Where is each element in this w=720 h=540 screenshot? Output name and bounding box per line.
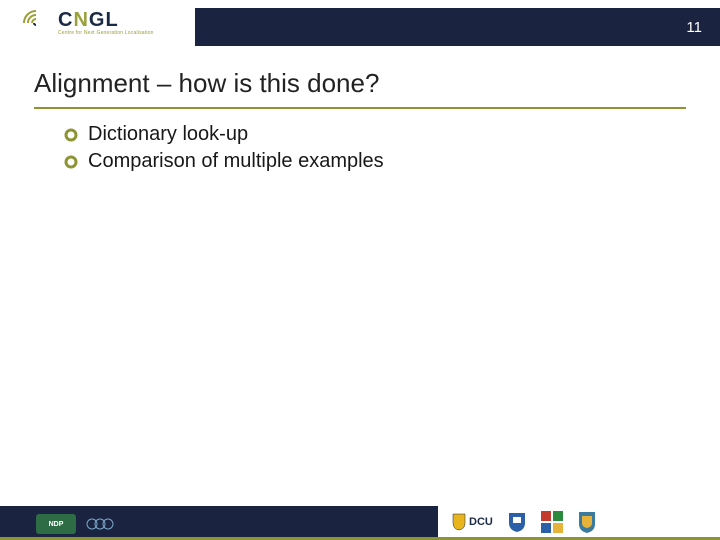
ndp-label: NDP [49, 521, 64, 528]
logo-area: CNGL Centre for Next Generation Localisa… [0, 0, 195, 46]
bullet-ring-icon [64, 155, 78, 169]
logo-main: CNGL [58, 10, 154, 30]
tcd-crest-icon [507, 511, 527, 533]
bullet-list: Dictionary look-up Comparison of multipl… [34, 123, 686, 173]
partner-tcd [507, 510, 527, 534]
footer-left-badges: NDP [36, 514, 114, 534]
slide-title: Alignment – how is this done? [34, 68, 686, 107]
footer-partners: DCU [438, 506, 720, 537]
bullet-text: Dictionary look-up [88, 123, 248, 146]
header-bar: CNGL Centre for Next Generation Localisa… [0, 0, 720, 46]
header-dark-strip: 11 [195, 8, 720, 46]
list-item: Comparison of multiple examples [64, 150, 686, 173]
partner-ul [541, 510, 563, 534]
partner-dcu: DCU [452, 510, 493, 534]
logo-tagline: Centre for Next Generation Localisation [58, 31, 154, 36]
ul-grid-icon [541, 511, 563, 533]
bullet-ring-icon [64, 128, 78, 142]
dcu-shield-icon [452, 513, 466, 531]
bullet-text: Comparison of multiple examples [88, 150, 384, 173]
slide-content: Alignment – how is this done? Dictionary… [0, 46, 720, 173]
list-item: Dictionary look-up [64, 123, 686, 146]
partner-ucd [577, 510, 597, 534]
page-number: 11 [686, 19, 702, 36]
sfi-badge-icon [86, 514, 114, 534]
logo-text: CNGL Centre for Next Generation Localisa… [58, 10, 154, 36]
title-underline [34, 107, 686, 109]
cngl-arcs-icon [20, 7, 52, 39]
ndp-badge-icon: NDP [36, 514, 76, 534]
ucd-crest-icon [577, 510, 597, 534]
dcu-label: DCU [469, 516, 493, 528]
footer: NDP DCU [0, 506, 720, 540]
